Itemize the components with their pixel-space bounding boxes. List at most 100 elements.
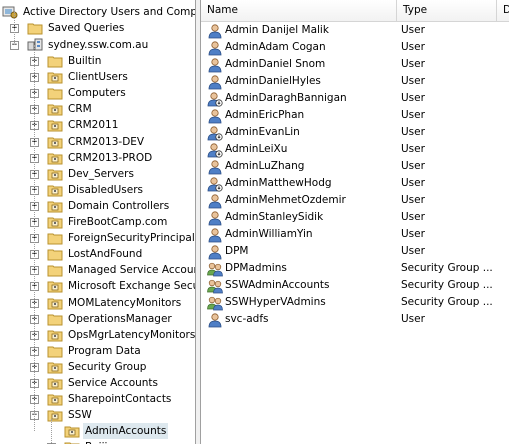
list-item-name: AdminStanleySidik bbox=[225, 211, 324, 223]
list-item[interactable]: SSWHyperVAdmins Security Group ... bbox=[201, 294, 509, 311]
tree-item-label: AdminAccounts bbox=[83, 423, 169, 439]
list-item-name-cell: AdminLuZhang bbox=[201, 158, 397, 175]
tree-item-selected[interactable]: AdminAccounts bbox=[47, 423, 169, 439]
list-item[interactable]: AdminDaniel Snom User bbox=[201, 56, 509, 73]
list-item-name: AdminDaraghBannigan bbox=[225, 92, 347, 104]
tree-item-container[interactable]: + Computers bbox=[30, 85, 128, 101]
list-item[interactable]: AdminMatthewHodg User bbox=[201, 175, 509, 192]
organizational-unit-icon bbox=[47, 362, 63, 374]
list-item-name-cell: AdminMatthewHodg bbox=[201, 175, 397, 192]
user-icon bbox=[208, 244, 222, 259]
tree-item-container[interactable]: + ClientUsers bbox=[30, 69, 130, 85]
list-item-name-cell: AdminStanleySidik bbox=[201, 209, 397, 226]
list-item-name: AdminLuZhang bbox=[225, 160, 305, 172]
folder-icon bbox=[47, 314, 63, 326]
list-item[interactable]: SSWAdminAccounts Security Group ... bbox=[201, 277, 509, 294]
list-item-name-cell: AdminDaraghBannigan bbox=[201, 90, 397, 107]
tree-item-container[interactable]: + CRM2013-PROD bbox=[30, 150, 154, 166]
tree-item-container[interactable]: + LostAndFound bbox=[30, 246, 144, 262]
tree-item-container[interactable]: + MOMLatencyMonitors bbox=[30, 295, 183, 311]
tree-item-label: ForeignSecurityPrincipals bbox=[68, 232, 195, 244]
list-item-type: User bbox=[401, 109, 425, 121]
user-icon bbox=[208, 40, 222, 55]
column-header-description[interactable]: D bbox=[497, 0, 509, 21]
organizational-unit-icon bbox=[47, 281, 63, 293]
tree-item-container[interactable]: + DisabledUsers bbox=[30, 182, 145, 198]
tree-item-container[interactable]: + Dev_Servers bbox=[30, 166, 136, 182]
tree-item-container[interactable]: + Domain Controllers bbox=[30, 198, 171, 214]
list-item-name-cell: svc-adfs bbox=[201, 311, 397, 328]
list-item-name-cell: AdminAdam Cogan bbox=[201, 39, 397, 56]
tree-item-label: ClientUsers bbox=[68, 71, 128, 83]
list-item-name: AdminDaniel Snom bbox=[225, 58, 326, 70]
list-item-type: User bbox=[401, 160, 425, 172]
list-item-type: Security Group ... bbox=[401, 296, 493, 308]
list-item[interactable]: AdminDaraghBannigan User bbox=[201, 90, 509, 107]
list-item[interactable]: AdminEvanLin User bbox=[201, 124, 509, 141]
tree-item-container[interactable]: − SSW bbox=[30, 407, 94, 423]
column-header-type[interactable]: Type bbox=[397, 0, 497, 21]
list-item[interactable]: Admin Danijel Malik User bbox=[201, 22, 509, 39]
list-item[interactable]: AdminLeiXu User bbox=[201, 141, 509, 158]
tree-item-container[interactable]: + SharepointContacts bbox=[30, 391, 173, 407]
tree-root[interactable]: Active Directory Users and Comput bbox=[2, 4, 195, 20]
tree-item-container[interactable]: + CRM2013-DEV bbox=[30, 134, 146, 150]
tree-item-label: Security Group bbox=[68, 361, 147, 373]
disabled-user-icon bbox=[207, 91, 223, 107]
tree-item-label: Computers bbox=[68, 87, 126, 99]
organizational-unit-icon bbox=[64, 426, 80, 438]
list-item-name: AdminLeiXu bbox=[225, 143, 288, 155]
list-item-name: AdminEvanLin bbox=[225, 126, 300, 138]
list-item-name: AdminDanielHyles bbox=[225, 75, 321, 87]
list-item-name: svc-adfs bbox=[225, 313, 269, 325]
column-header-name[interactable]: Name bbox=[201, 0, 397, 21]
tree-item-label: Dev_Servers bbox=[68, 168, 134, 180]
tree-item-container[interactable]: + Service Accounts bbox=[30, 375, 160, 391]
tree-item-container[interactable]: + OperationsManager bbox=[30, 311, 174, 327]
details-list[interactable]: Name Type D Admin Danijel Malik User Admin… bbox=[201, 0, 509, 444]
list-item[interactable]: AdminLuZhang User bbox=[201, 158, 509, 175]
user-icon bbox=[208, 108, 222, 123]
tree-item-label: CRM2013-PROD bbox=[68, 152, 153, 164]
list-item-type: User bbox=[401, 126, 425, 138]
list-item[interactable]: AdminWilliamYin User bbox=[201, 226, 509, 243]
user-icon bbox=[208, 159, 222, 174]
tree-item-container[interactable]: +Beijing bbox=[47, 439, 123, 444]
tree-item-saved-queries[interactable]: + Saved Queries bbox=[10, 20, 126, 36]
tree-item-container[interactable]: +Microsoft Exchange Securit bbox=[30, 278, 195, 294]
list-item[interactable]: AdminStanleySidik User bbox=[201, 209, 509, 226]
list-item-name-cell: DPM bbox=[201, 243, 397, 260]
user-icon bbox=[208, 227, 222, 242]
tree-item-domain[interactable]: − sydney.ssw.com.au bbox=[10, 37, 150, 53]
list-item-type: User bbox=[401, 194, 425, 206]
tree-item-container[interactable]: +Managed Service Accounts bbox=[30, 262, 195, 278]
organizational-unit-icon bbox=[64, 442, 80, 444]
tree-item-label: Program Data bbox=[68, 345, 141, 357]
tree-item-container[interactable]: + CRM2011 bbox=[30, 117, 120, 133]
list-item[interactable]: AdminAdam Cogan User bbox=[201, 39, 509, 56]
tree-item-container[interactable]: + Program Data bbox=[30, 343, 143, 359]
tree-item-container[interactable]: + OpsMgrLatencyMonitors bbox=[30, 327, 195, 343]
list-item[interactable]: AdminEricPhan User bbox=[201, 107, 509, 124]
list-item-type: User bbox=[401, 313, 425, 325]
list-item-name: AdminAdam Cogan bbox=[225, 41, 326, 53]
organizational-unit-icon bbox=[47, 201, 63, 213]
tree-item-container[interactable]: + CRM bbox=[30, 101, 94, 117]
list-item[interactable]: DPM User bbox=[201, 243, 509, 260]
tree-item-container[interactable]: + Security Group bbox=[30, 359, 148, 375]
list-item-type: User bbox=[401, 177, 425, 189]
console-tree[interactable]: Active Directory Users and Comput + Save… bbox=[0, 0, 195, 444]
group-icon bbox=[207, 296, 223, 310]
list-item[interactable]: svc-adfs User bbox=[201, 311, 509, 328]
tree-item-label: sydney.ssw.com.au bbox=[48, 39, 149, 51]
list-item-type: User bbox=[401, 58, 425, 70]
list-item[interactable]: AdminDanielHyles User bbox=[201, 73, 509, 90]
list-item-name-cell: AdminWilliamYin bbox=[201, 226, 397, 243]
tree-item-container[interactable]: + FireBootCamp.com bbox=[30, 214, 169, 230]
tree-item-container[interactable]: + ForeignSecurityPrincipals bbox=[30, 230, 195, 246]
list-item[interactable]: DPMadmins Security Group ... bbox=[201, 260, 509, 277]
tree-connector-line bbox=[14, 12, 15, 45]
list-item[interactable]: AdminMehmetOzdemir User bbox=[201, 192, 509, 209]
tree-item-container[interactable]: + Builtin bbox=[30, 53, 103, 69]
tree-item-label: Builtin bbox=[68, 55, 102, 67]
